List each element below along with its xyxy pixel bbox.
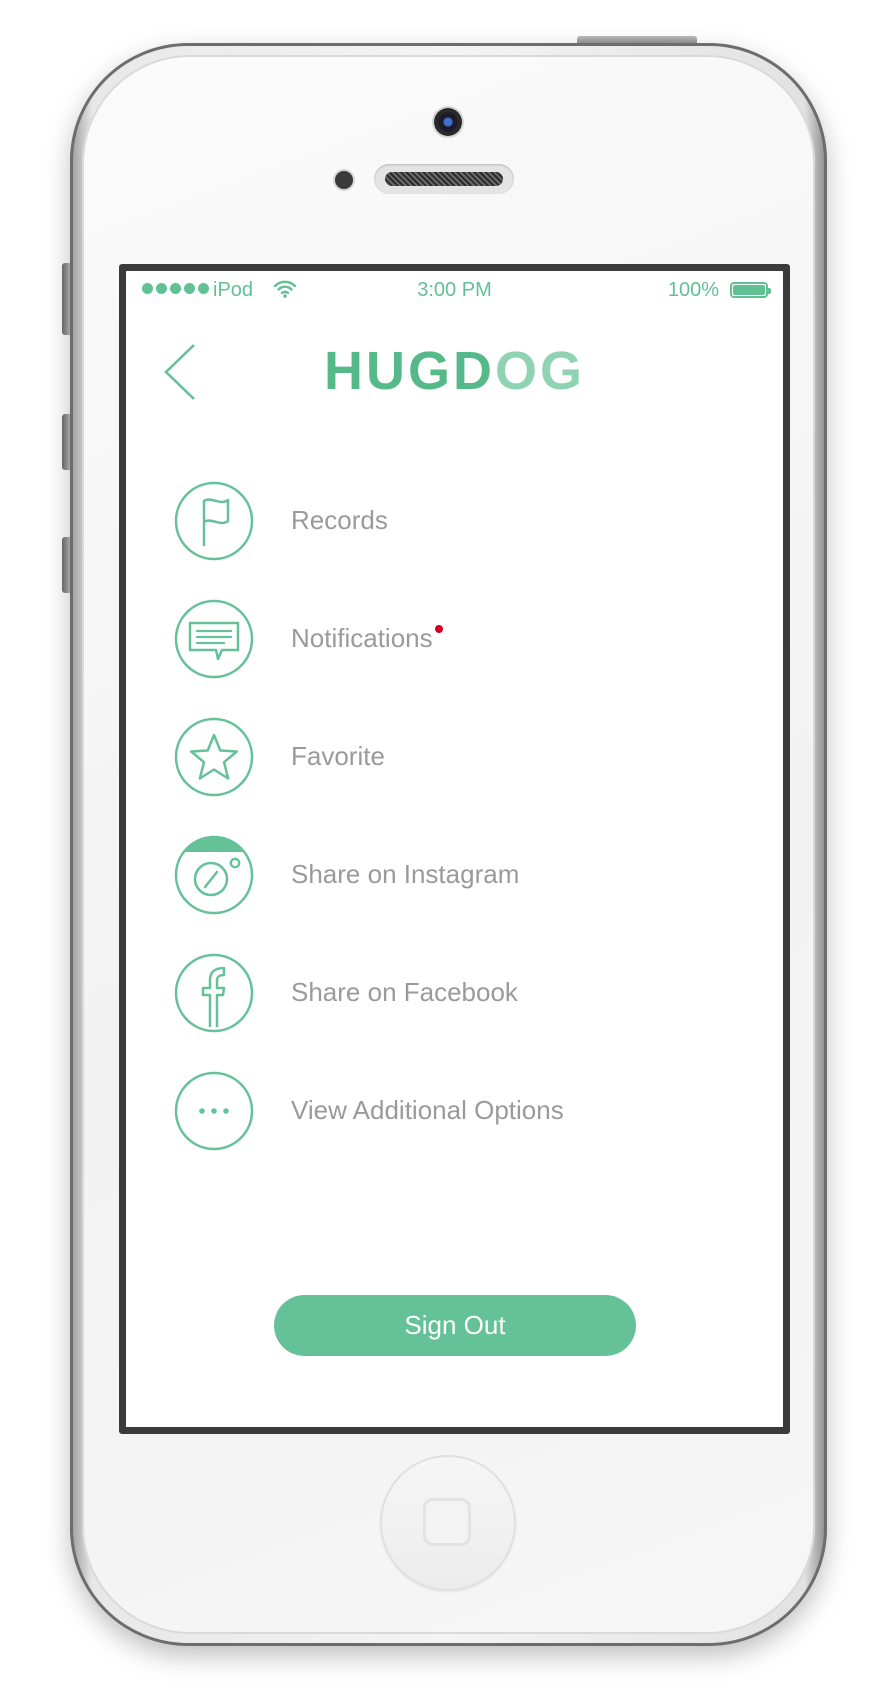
volume-down-button [62, 537, 70, 593]
menu-item-notifications[interactable]: Notifications [174, 599, 734, 679]
menu-item-label: Share on Instagram [291, 859, 520, 889]
more-options-icon [174, 1071, 254, 1151]
menu-item-label: Records [291, 505, 388, 535]
logo-text-secondary: OG [494, 341, 585, 401]
screen: iPod 3:00 PM 100% HUGDOG Records Notific… [119, 264, 790, 1434]
menu-item-label: Share on Facebook [291, 977, 518, 1007]
menu-item-records[interactable]: Records [174, 481, 734, 561]
device-stage: iPod 3:00 PM 100% HUGDOG Records Notific… [0, 0, 875, 1706]
volume-up-button [62, 414, 70, 470]
mute-switch [62, 263, 70, 335]
facebook-icon [174, 953, 254, 1033]
status-bar: iPod 3:00 PM 100% [126, 271, 783, 311]
star-icon [174, 717, 254, 797]
home-button-icon [423, 1498, 471, 1546]
front-camera-icon [434, 108, 462, 136]
menu-item-facebook[interactable]: Share on Facebook [174, 953, 734, 1033]
earpiece-speaker [374, 164, 514, 194]
battery-percentage: 100% [667, 279, 719, 301]
menu-item-label: Favorite [291, 741, 385, 771]
chat-bubble-icon [174, 599, 254, 679]
proximity-sensor [335, 171, 353, 189]
battery-fill [733, 285, 765, 295]
flag-icon [174, 481, 254, 561]
menu-item-additional-options[interactable]: View Additional Options [174, 1071, 734, 1151]
notification-badge [434, 625, 443, 633]
menu-item-instagram[interactable]: Share on Instagram [174, 835, 734, 915]
instagram-icon [174, 835, 254, 915]
menu-item-label: View Additional Options [291, 1095, 564, 1125]
menu-item-label: Notifications [291, 623, 433, 653]
sign-out-button[interactable]: Sign Out [274, 1295, 636, 1356]
menu-item-label-wrap: Notifications [291, 623, 443, 654]
battery-icon [730, 282, 771, 298]
menu-item-favorite[interactable]: Favorite [174, 717, 734, 797]
logo-text-primary: HUGD [323, 341, 495, 401]
app-logo: HUGDOG [126, 335, 783, 407]
